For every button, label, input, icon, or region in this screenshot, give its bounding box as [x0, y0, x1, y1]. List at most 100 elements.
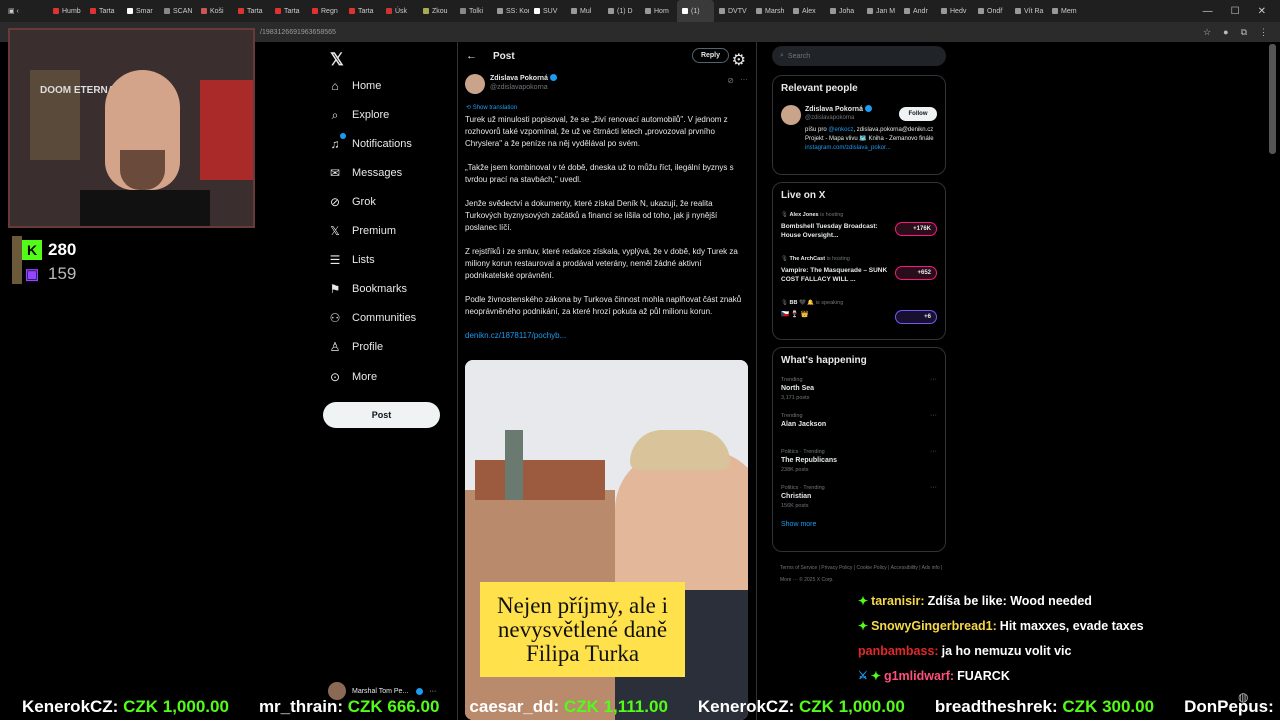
browser-tab[interactable]: Zkou: [418, 0, 455, 22]
more-dots-icon[interactable]: ···: [930, 412, 937, 419]
nav-label: Bookmarks: [352, 283, 408, 295]
tab-favicon-icon: [534, 8, 540, 14]
grok-icon[interactable]: ⊘: [727, 76, 734, 85]
browser-tab[interactable]: Tarta: [344, 0, 381, 22]
listener-count-pill[interactable]: +652: [895, 266, 937, 280]
live-space-item[interactable]: 🎙 Alex Jones is hosting Bombshell Tuesday…: [773, 208, 945, 252]
live-space-item[interactable]: 🎙 BB 🖤 🔔 is speaking 🇨🇿 🍷 👑 +6: [773, 296, 945, 340]
browser-tab[interactable]: Alex: [788, 0, 825, 22]
nav-item-bookmarks[interactable]: ⚑ Bookmarks: [328, 278, 407, 300]
browser-tab[interactable]: Hom: [640, 0, 677, 22]
show-more-link[interactable]: Show more: [773, 517, 945, 536]
browser-tab[interactable]: (1): [677, 0, 714, 22]
search-input[interactable]: ⌕ Search: [772, 46, 946, 66]
chat-message: ✦ taranisir: Zdíša be like: Wood needed: [858, 588, 1258, 613]
show-translation-link[interactable]: ⟲ Show translation: [466, 104, 517, 111]
nav-item-notifications[interactable]: ♫ Notifications: [328, 133, 412, 155]
more-dots-icon[interactable]: ···: [930, 484, 937, 491]
translate-label[interactable]: Show translation: [473, 105, 517, 111]
scrollbar[interactable]: [1269, 44, 1276, 154]
tab-nav-icons[interactable]: ▣ ‹: [0, 7, 48, 15]
browser-tab[interactable]: SS: Kome: [492, 0, 529, 22]
url-text[interactable]: /1983126691963658565: [260, 29, 336, 36]
article-link[interactable]: denikn.cz/1878117/pochyb...: [465, 331, 566, 340]
listener-count-pill[interactable]: +6: [895, 310, 937, 324]
browser-tab[interactable]: Tolki: [455, 0, 492, 22]
browser-tab[interactable]: Tarta: [233, 0, 270, 22]
avatar[interactable]: [465, 74, 485, 94]
more-dots-icon[interactable]: ···: [930, 376, 937, 383]
author-name[interactable]: Zdislava Pokorná: [490, 75, 548, 82]
trend-item[interactable]: Trending North Sea 3,171 posts ···: [773, 373, 945, 409]
menu-icon[interactable]: ⋮: [1259, 27, 1268, 38]
browser-tab[interactable]: Regn: [307, 0, 344, 22]
avatar[interactable]: [781, 105, 801, 125]
tab-favicon-icon: [719, 8, 725, 14]
browser-tab[interactable]: DVTV: [714, 0, 751, 22]
author-handle[interactable]: @zdislavapokorna: [490, 84, 557, 91]
nav-item-premium[interactable]: 𝕏 Premium: [328, 220, 396, 242]
profile-icon[interactable]: ●: [1223, 27, 1228, 38]
chat-username: SnowyGingerbread1:: [871, 618, 997, 633]
trend-title: Christian: [781, 493, 812, 500]
listener-count-pill[interactable]: +176K: [895, 222, 937, 236]
footer-links[interactable]: Terms of Service | Privacy Policy | Cook…: [780, 562, 946, 586]
browser-tab[interactable]: Humb: [48, 0, 85, 22]
browser-tab[interactable]: Ondř: [973, 0, 1010, 22]
browser-tab[interactable]: Marsh: [751, 0, 788, 22]
browser-tab[interactable]: Vít Ra: [1010, 0, 1047, 22]
post-button[interactable]: Post: [323, 402, 440, 428]
more-dots-icon[interactable]: ···: [930, 448, 937, 455]
nav-item-grok[interactable]: ⊘ Grok: [328, 191, 376, 213]
post-image[interactable]: Nejen příjmy, ale i nevysvětlené daně Fi…: [465, 360, 748, 720]
extensions-icon[interactable]: ⧉: [1241, 27, 1247, 38]
browser-tab[interactable]: Jan M: [862, 0, 899, 22]
bio-url[interactable]: instagram.com/zdislava_pokor...: [805, 145, 891, 151]
live-space-item[interactable]: 🎙 The ArchCast is hosting Vampire: The Ma…: [773, 252, 945, 296]
bio-mention[interactable]: @enkocz: [828, 127, 853, 133]
person-handle[interactable]: @zdislavapokorna: [805, 115, 854, 121]
donation-item: KenerokCZ: CZK 1,000.00: [22, 697, 229, 717]
star-icon[interactable]: ☆: [1203, 27, 1211, 38]
settings-sliders-icon[interactable]: ⚙: [732, 50, 746, 70]
maximize-icon[interactable]: ☐: [1231, 6, 1240, 17]
sword-badge-icon: ⚔: [858, 670, 868, 682]
browser-tab[interactable]: Andr: [899, 0, 936, 22]
relevant-person[interactable]: Zdislava Pokorná @zdislavapokorna Follow…: [773, 101, 945, 181]
browser-tab[interactable]: Úsk: [381, 0, 418, 22]
mail-icon: ✉: [329, 166, 341, 180]
close-icon[interactable]: ✕: [1258, 6, 1266, 17]
browser-tab[interactable]: Koši: [196, 0, 233, 22]
follow-button[interactable]: Follow: [899, 107, 937, 121]
trend-item[interactable]: Politics · Trending The Republicans 238K p…: [773, 445, 945, 481]
browser-tab[interactable]: SUV: [529, 0, 566, 22]
browser-tab[interactable]: Smar: [122, 0, 159, 22]
browser-tab[interactable]: SCAN: [159, 0, 196, 22]
person-name[interactable]: Zdislava Pokorná: [805, 106, 863, 113]
nav-item-home[interactable]: ⌂ Home: [328, 75, 381, 97]
browser-tab[interactable]: Hedv: [936, 0, 973, 22]
back-arrow-icon[interactable]: ←: [466, 50, 477, 62]
nav-item-lists[interactable]: ☰ Lists: [328, 249, 375, 271]
nav-item-profile[interactable]: ♙ Profile: [328, 336, 384, 358]
nav-item-explore[interactable]: ⌕ Explore: [328, 104, 390, 126]
nav-label: Lists: [352, 254, 375, 266]
trend-item[interactable]: Trending Alan Jackson ···: [773, 409, 945, 445]
reply-button[interactable]: Reply: [691, 48, 729, 63]
nav-item-communities[interactable]: ⚇ Communities: [328, 307, 417, 329]
tab-favicon-icon: [1052, 8, 1058, 14]
nav-item-more[interactable]: ⊙ More: [328, 366, 377, 388]
x-logo-icon[interactable]: 𝕏: [330, 50, 344, 70]
browser-tab[interactable]: Tarta: [85, 0, 122, 22]
browser-tab[interactable]: (1) D: [603, 0, 640, 22]
browser-tab[interactable]: Joha: [825, 0, 862, 22]
decorative-strip: [12, 236, 22, 284]
trend-item[interactable]: Politics · Trending Christian 156K posts ··…: [773, 481, 945, 517]
nav-item-messages[interactable]: ✉ Messages: [328, 162, 402, 184]
minimize-icon[interactable]: —: [1203, 6, 1213, 17]
post-author[interactable]: Zdislava Pokorná @zdislavapokorna: [465, 74, 557, 94]
browser-tab[interactable]: Mem: [1047, 0, 1084, 22]
browser-tab[interactable]: Mul: [566, 0, 603, 22]
more-dots-icon[interactable]: ···: [740, 75, 748, 84]
browser-tab[interactable]: Tarta: [270, 0, 307, 22]
